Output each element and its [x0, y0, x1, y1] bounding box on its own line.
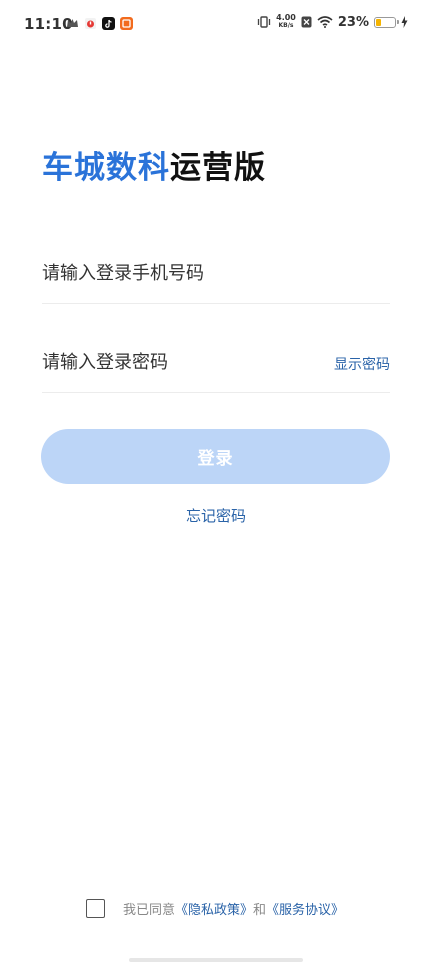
net-speed-unit: KB/s: [278, 22, 294, 29]
sim-off-icon: [301, 16, 312, 28]
vibrate-icon: [257, 16, 271, 28]
app-title-suffix: 运营版: [170, 150, 266, 186]
agreement-checkbox[interactable]: [86, 899, 105, 918]
agreement-conjunction: 和: [253, 903, 267, 918]
service-agreement-link[interactable]: 《服务协议》: [266, 899, 344, 918]
orange-app-icon: [120, 17, 133, 30]
agreement-row: 我已同意 《隐私政策》 和 《服务协议》: [86, 899, 344, 918]
status-bar: 11:10 4.00 KB/s 23%: [0, 0, 432, 50]
crown-icon: [67, 19, 78, 27]
privacy-policy-link[interactable]: 《隐私政策》: [175, 899, 253, 918]
charging-icon: [401, 16, 408, 28]
battery-percent: 23%: [337, 14, 369, 30]
password-field: 显示密码: [42, 333, 390, 393]
status-right: 4.00 KB/s 23%: [257, 14, 408, 30]
password-input[interactable]: [42, 347, 322, 377]
phone-input[interactable]: [42, 258, 322, 288]
battery-icon: [374, 16, 399, 28]
wifi-icon: [317, 16, 333, 28]
tiktok-icon: [102, 17, 115, 30]
home-indicator[interactable]: [129, 958, 303, 962]
login-button[interactable]: 登录: [41, 429, 390, 484]
battery-level: [376, 18, 381, 26]
app-title: 车城数科运营版: [42, 142, 266, 187]
alarm-app-icon: [85, 18, 96, 29]
phone-field: [42, 244, 390, 304]
app-title-brand: 车城数科: [42, 150, 170, 186]
net-speed-value: 4.00: [276, 13, 296, 22]
agreement-prefix: 我已同意: [123, 903, 176, 918]
network-speed: 4.00 KB/s: [276, 14, 296, 30]
forgot-password-link[interactable]: 忘记密码: [0, 505, 432, 526]
show-password-button[interactable]: 显示密码: [334, 354, 390, 374]
notification-icons: [66, 17, 133, 30]
